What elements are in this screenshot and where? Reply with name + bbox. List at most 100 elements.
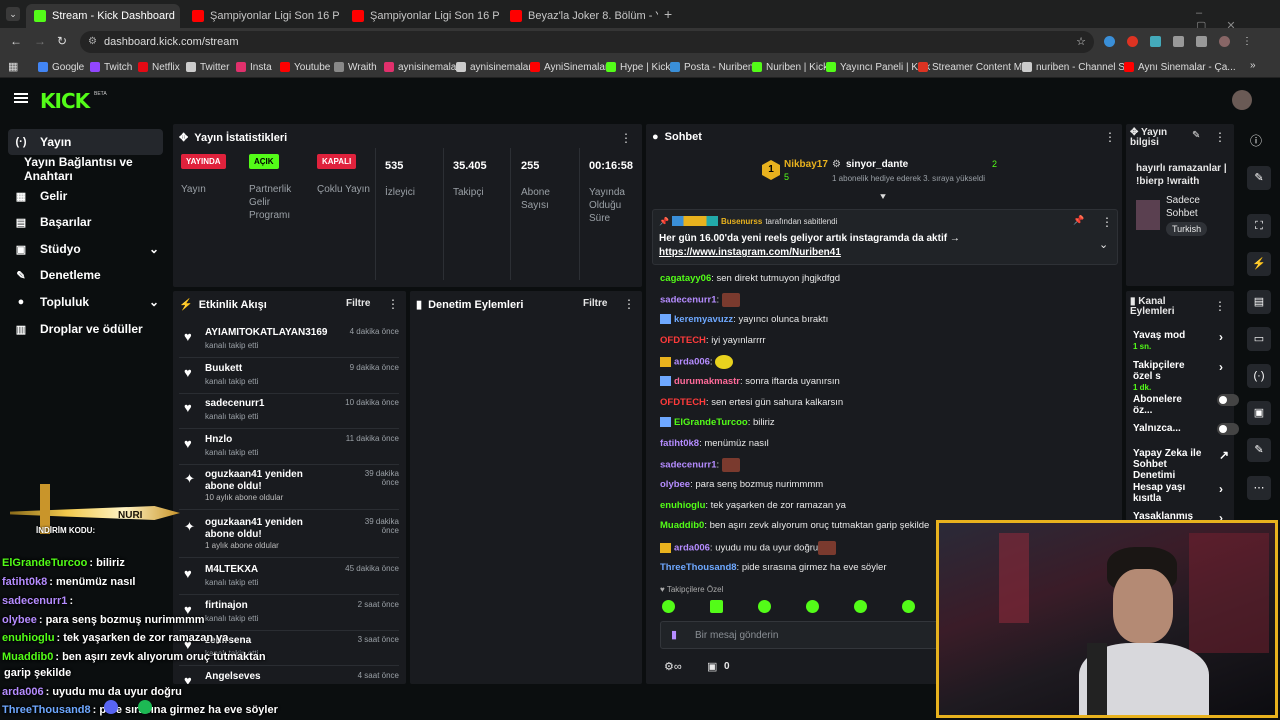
- emote-icon[interactable]: [854, 600, 867, 613]
- pinned-by-user[interactable]: Busenurss: [721, 217, 762, 226]
- tab-youtube-3[interactable]: Beyaz'la Joker 8. Bölüm - YouTu✕: [502, 4, 658, 28]
- channel-action-item[interactable]: Yavaş mod 1 sn. ›: [1133, 330, 1223, 352]
- tab-kick-dashboard[interactable]: Stream - Kick Dashboard✕: [26, 4, 180, 28]
- bookmark-item[interactable]: Twitch: [90, 59, 132, 75]
- chat-username[interactable]: arda006: [674, 357, 710, 368]
- toggle-switch[interactable]: [1217, 423, 1239, 435]
- channel-action-item[interactable]: Hesap yaşı kısıtla ›: [1133, 482, 1223, 504]
- sidebar-item-yayin[interactable]: (·) Yayın: [8, 129, 163, 155]
- chat-username[interactable]: durumakmastr: [674, 376, 740, 387]
- extension-icons[interactable]: ⋮: [1104, 36, 1253, 47]
- bookmark-item[interactable]: aynisinemalar: [384, 59, 460, 75]
- move-icon[interactable]: ✥: [179, 131, 188, 144]
- activity-menu-icon[interactable]: ⋮: [387, 297, 399, 311]
- emote-icon[interactable]: [710, 600, 723, 613]
- chat-menu-icon[interactable]: ⋮: [1104, 130, 1116, 144]
- sidebar-item-topluluk[interactable]: ● Topluluk ⌄: [8, 289, 163, 315]
- bookmark-item[interactable]: Yayıncı Paneli | Kick: [826, 59, 930, 75]
- mic-icon[interactable]: ▮: [671, 628, 677, 641]
- url-input[interactable]: ⚙ dashboard.kick.com/stream ☆: [80, 31, 1094, 53]
- pinned-link[interactable]: https://www.instagram.com/Nuriben41: [659, 247, 841, 258]
- sidebar-item-basarilar[interactable]: ▤ Başarılar: [8, 209, 163, 235]
- bookmark-item[interactable]: Nuriben | Kick: [752, 59, 828, 75]
- sidebar-item-droplar[interactable]: ▥ Droplar ve ödüller: [8, 316, 163, 342]
- bookmark-item[interactable]: Aynı Sinemalar - Ça...: [1124, 59, 1236, 75]
- emote-icon[interactable]: [662, 600, 675, 613]
- spotify-icon[interactable]: [138, 700, 152, 714]
- channel-actions-menu-icon[interactable]: ⋮: [1214, 299, 1226, 313]
- moderation-filter-button[interactable]: Filtre: [583, 298, 607, 309]
- bookmark-item[interactable]: Google: [38, 59, 84, 75]
- emote-icon[interactable]: [902, 600, 915, 613]
- bookmark-star-icon[interactable]: ☆: [1076, 31, 1086, 53]
- avatar[interactable]: [1232, 90, 1252, 110]
- chat-username[interactable]: OFDTECH: [660, 397, 706, 408]
- broadcast-rail-icon[interactable]: (·): [1247, 364, 1271, 388]
- discord-icon[interactable]: [104, 700, 118, 714]
- tab-menu-icon[interactable]: ⌄: [6, 7, 20, 21]
- pinned-message[interactable]: 📌 Busenurss tarafından sabitlendi 📌 ⋮ He…: [652, 209, 1118, 265]
- kick-logo[interactable]: KICK: [40, 89, 90, 113]
- chat-username[interactable]: enuhioglu: [660, 500, 705, 511]
- chat-username[interactable]: ElGrandeTurcoo: [674, 417, 748, 428]
- close-tab-icon[interactable]: ✕: [175, 10, 180, 23]
- chat-username[interactable]: arda006: [674, 543, 710, 554]
- bookmark-item[interactable]: Wraith: [334, 59, 377, 75]
- lightning-rail-icon[interactable]: ⚡: [1247, 252, 1271, 276]
- chat-username[interactable]: fatiht0k8: [660, 438, 699, 449]
- bookmark-item[interactable]: Netflix: [138, 59, 180, 75]
- emote-icon[interactable]: [806, 600, 819, 613]
- info-icon[interactable]: ⓘ: [1250, 132, 1262, 149]
- bookmark-item[interactable]: nuriben - Channel S...: [1022, 59, 1133, 75]
- gift-from-user[interactable]: Nikbay17: [784, 159, 828, 170]
- activity-filter-button[interactable]: Filtre: [346, 298, 370, 309]
- moderation-menu-icon[interactable]: ⋮: [623, 297, 635, 311]
- unpin-icon[interactable]: 📌: [1073, 215, 1084, 226]
- chat-username[interactable]: cagatayy06: [660, 273, 711, 284]
- document-rail-icon[interactable]: ▤: [1247, 290, 1271, 314]
- chat-username[interactable]: ThreeThousand8: [660, 562, 737, 573]
- chat-username[interactable]: olybee: [660, 479, 690, 490]
- edit-rail-icon[interactable]: ✎: [1247, 166, 1271, 190]
- channel-action-item[interactable]: Takipçilere özel s1 dk. ›: [1133, 360, 1223, 393]
- inventory-icon[interactable]: ▣: [707, 660, 717, 673]
- forward-icon[interactable]: →: [34, 34, 46, 48]
- chat-username[interactable]: OFDTECH: [660, 335, 706, 346]
- chat-rail-icon[interactable]: ▭: [1247, 327, 1271, 351]
- wrench-rail-icon[interactable]: ✎: [1247, 438, 1271, 462]
- scroll-down-icon[interactable]: ⯆: [879, 192, 887, 203]
- pinned-menu-icon[interactable]: ⋮: [1101, 215, 1113, 229]
- bookmark-item[interactable]: AyniSinemalar: [530, 59, 608, 75]
- chat-username[interactable]: sadecenurr1: [660, 460, 717, 471]
- fullscreen-rail-icon[interactable]: ⛶: [1247, 214, 1271, 238]
- sidebar-item-denetleme[interactable]: ✎ Denetleme: [8, 262, 163, 288]
- stats-menu-icon[interactable]: ⋮: [620, 131, 632, 145]
- emote-icon[interactable]: [758, 600, 771, 613]
- tab-youtube-2[interactable]: Şampiyonlar Ligi Son 16 Play-o✕: [344, 4, 500, 28]
- reload-icon[interactable]: ↻: [57, 34, 67, 48]
- bookmark-item[interactable]: Hype | Kick: [606, 59, 670, 75]
- sidebar-item-studyo[interactable]: ▣ Stüdyo ⌄: [8, 236, 163, 262]
- shield-rail-icon[interactable]: ▣: [1247, 401, 1271, 425]
- bookmark-item[interactable]: Twitter: [186, 59, 229, 75]
- bookmark-item[interactable]: Streamer Content M...: [918, 59, 1030, 75]
- chat-settings-icon[interactable]: ⚙∞: [664, 660, 682, 673]
- chat-message-input[interactable]: ▮ Bir mesaj gönderin: [660, 621, 950, 649]
- chat-username[interactable]: Muaddib0: [660, 520, 704, 531]
- bookmark-item[interactable]: Youtube: [280, 59, 330, 75]
- chat-username[interactable]: sadecenurr1: [660, 295, 717, 306]
- chevron-down-icon[interactable]: ⌄: [1099, 238, 1108, 251]
- back-icon[interactable]: ←: [10, 34, 22, 48]
- edit-icon[interactable]: ✎: [1192, 130, 1200, 141]
- toggle-switch[interactable]: [1217, 394, 1239, 406]
- bookmarks-more-icon[interactable]: »: [1250, 60, 1256, 71]
- channel-action-item[interactable]: Yapay Zeka ile Sohbet Denetimi ↗: [1133, 448, 1229, 481]
- gift-to-user[interactable]: sinyor_dante: [846, 159, 908, 170]
- site-info-icon[interactable]: ⚙: [88, 31, 97, 53]
- tab-youtube-1[interactable]: Şampiyonlar Ligi Son 16 Play-o✕: [184, 4, 340, 28]
- chat-username[interactable]: keremyavuzz: [674, 314, 733, 325]
- bookmark-item[interactable]: Insta: [236, 59, 272, 75]
- sidebar-item-gelir[interactable]: ▦ Gelir: [8, 183, 163, 209]
- channel-action-item[interactable]: Abonelere öz...: [1133, 394, 1239, 416]
- channel-action-item[interactable]: Yalnızca...: [1133, 423, 1239, 435]
